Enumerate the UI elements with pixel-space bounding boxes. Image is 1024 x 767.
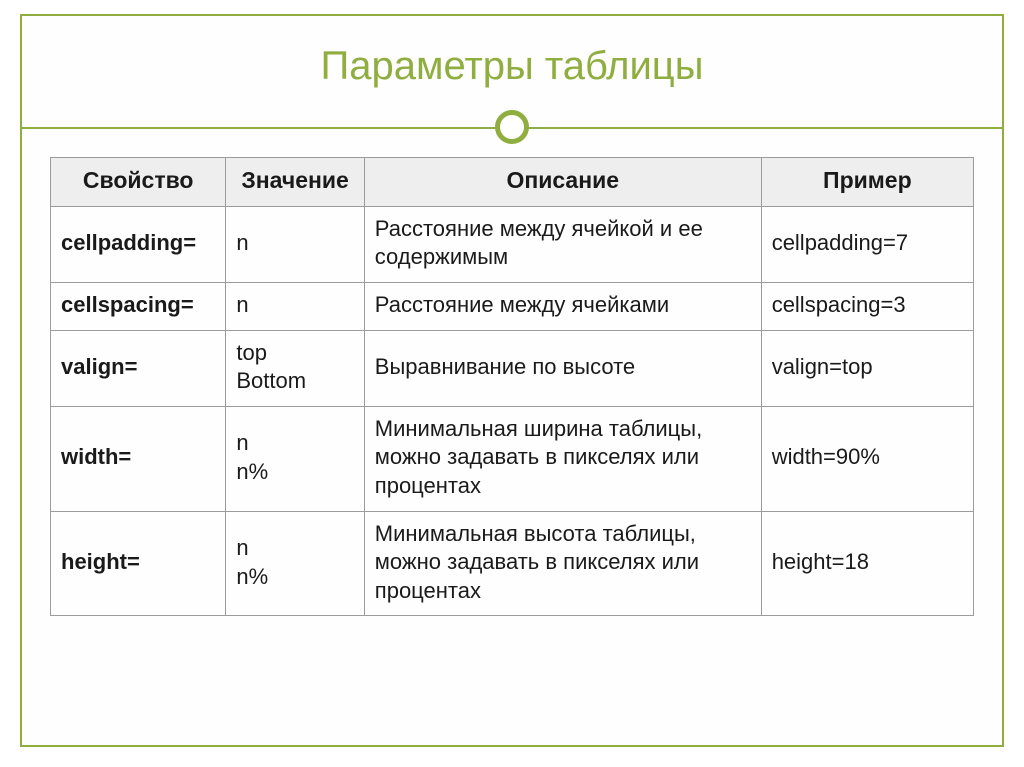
- header-description: Описание: [364, 158, 761, 207]
- cell-example: cellpadding=7: [761, 206, 973, 282]
- table-row: width= n n% Минимальная ширина таблицы, …: [51, 406, 974, 511]
- cell-description: Минимальная ширина таблицы, можно задава…: [364, 406, 761, 511]
- cell-description: Расстояние между ячейкой и ее содержимым: [364, 206, 761, 282]
- cell-property: valign=: [51, 330, 226, 406]
- cell-example: valign=top: [761, 330, 973, 406]
- cell-property: width=: [51, 406, 226, 511]
- params-table: Свойство Значение Описание Пример cellpa…: [50, 157, 974, 616]
- cell-example: height=18: [761, 511, 973, 616]
- cell-example: width=90%: [761, 406, 973, 511]
- divider-circle-icon: [495, 110, 529, 144]
- table-row: valign= top Bottom Выравнивание по высот…: [51, 330, 974, 406]
- header-value: Значение: [226, 158, 364, 207]
- cell-value: top Bottom: [226, 330, 364, 406]
- cell-value: n: [226, 283, 364, 331]
- cell-property: height=: [51, 511, 226, 616]
- title-divider: [22, 107, 1002, 147]
- slide-frame: Параметры таблицы Свойство Значение Опис…: [20, 14, 1004, 747]
- cell-description: Выравнивание по высоте: [364, 330, 761, 406]
- cell-property: cellspacing=: [51, 283, 226, 331]
- table-row: height= n n% Минимальная высота таблицы,…: [51, 511, 974, 616]
- cell-value: n n%: [226, 406, 364, 511]
- table-row: cellpadding= n Расстояние между ячейкой …: [51, 206, 974, 282]
- cell-value: n n%: [226, 511, 364, 616]
- cell-description: Минимальная высота таблицы, можно задава…: [364, 511, 761, 616]
- page-title: Параметры таблицы: [22, 44, 1002, 89]
- header-example: Пример: [761, 158, 973, 207]
- table-row: cellspacing= n Расстояние между ячейками…: [51, 283, 974, 331]
- header-property: Свойство: [51, 158, 226, 207]
- cell-description: Расстояние между ячейками: [364, 283, 761, 331]
- cell-example: cellspacing=3: [761, 283, 973, 331]
- cell-value: n: [226, 206, 364, 282]
- cell-property: cellpadding=: [51, 206, 226, 282]
- table-header-row: Свойство Значение Описание Пример: [51, 158, 974, 207]
- content-area: Свойство Значение Описание Пример cellpa…: [22, 157, 1002, 646]
